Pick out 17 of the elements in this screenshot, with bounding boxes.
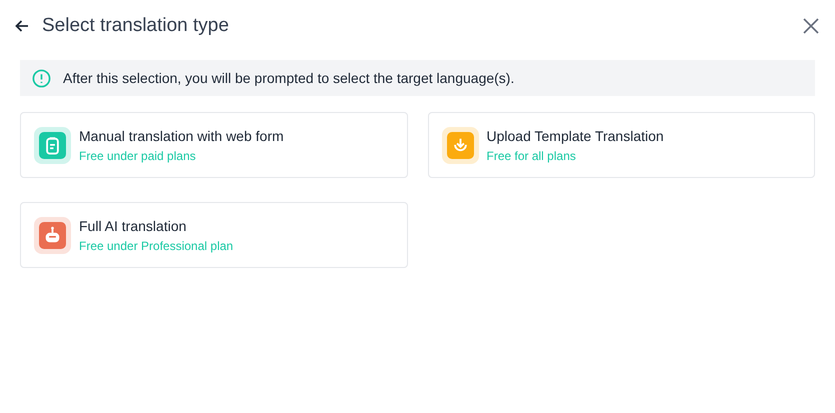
option-card[interactable]: Full AI translation Free under Professional plan: [20, 202, 408, 268]
option-subtitle: Free for all plans: [486, 148, 577, 164]
option-card[interactable]: Manual translation with web form Free under paid plans: [20, 112, 408, 178]
dialog-title: Select translation type: [42, 14, 229, 38]
option-card[interactable]: Upload Template Translation Free for all plans: [428, 112, 815, 178]
option-title: Upload Template Translation: [486, 126, 664, 146]
option-title: Manual translation with web form: [79, 126, 284, 146]
option-subtitle: Free under paid plans: [79, 148, 197, 164]
robot-icon: [39, 222, 66, 248]
back-arrow-icon[interactable]: [14, 18, 30, 34]
option-subtitle: Free under Professional plan: [79, 238, 234, 254]
download-icon: [446, 132, 474, 158]
close-icon[interactable]: [803, 18, 819, 34]
option-title: Full AI translation: [79, 216, 188, 236]
info-text: After this selection, you will be prompted to select the target language(s).: [63, 68, 514, 88]
clipboard-icon: [39, 132, 66, 158]
info-icon: [32, 68, 51, 88]
